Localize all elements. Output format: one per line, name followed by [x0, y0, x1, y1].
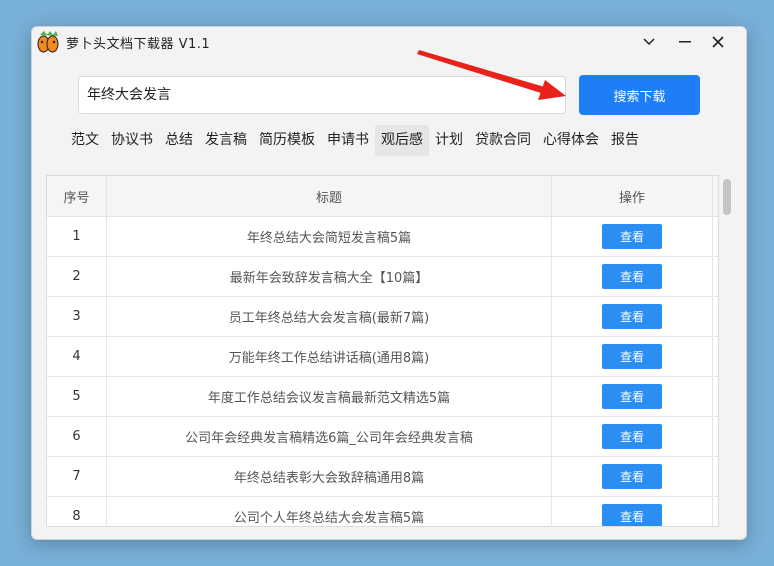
table-row: 3 员工年终总结大会发言稿(最新7篇) 查看: [47, 297, 718, 337]
minimize-button[interactable]: [632, 27, 666, 57]
tab-shenqingshu[interactable]: 申请书: [321, 125, 375, 156]
maximize-button[interactable]: [668, 27, 702, 57]
tab-xieyishu[interactable]: 协议书: [105, 125, 159, 156]
tab-jianli[interactable]: 简历模板: [253, 125, 321, 156]
view-button[interactable]: 查看: [602, 504, 662, 526]
tab-zongjie[interactable]: 总结: [159, 125, 199, 156]
view-button[interactable]: 查看: [602, 424, 662, 449]
header-action: 操作: [552, 176, 713, 216]
tab-baogao[interactable]: 报告: [605, 125, 645, 156]
view-button[interactable]: 查看: [602, 224, 662, 249]
row-title: 年终总结表彰大会致辞稿通用8篇: [107, 457, 552, 496]
header-title: 标题: [107, 176, 552, 216]
window-title: 萝卜头文档下载器 V1.1: [66, 37, 211, 52]
app-window: 萝卜头文档下载器 V1.1 年终大会发言 搜索下载 范文 协议书 总结 发言稿 …: [31, 26, 747, 540]
row-title: 年终总结大会简短发言稿5篇: [107, 217, 552, 256]
row-index: 8: [47, 497, 107, 526]
close-icon: [712, 36, 724, 48]
close-button[interactable]: [701, 27, 735, 57]
view-button[interactable]: 查看: [602, 384, 662, 409]
category-tabs: 范文 协议书 总结 发言稿 简历模板 申请书 观后感 计划 贷款合同 心得体会 …: [65, 125, 645, 160]
search-input[interactable]: 年终大会发言: [78, 76, 566, 114]
row-title: 公司个人年终总结大会发言稿5篇: [107, 497, 552, 526]
row-index: 7: [47, 457, 107, 496]
carrot-logo-icon: [37, 31, 59, 53]
table-header: 序号 标题 操作: [47, 176, 718, 217]
view-button[interactable]: 查看: [602, 264, 662, 289]
header-index: 序号: [47, 176, 107, 216]
table-row: 4 万能年终工作总结讲话稿(通用8篇) 查看: [47, 337, 718, 377]
table-row: 7 年终总结表彰大会致辞稿通用8篇 查看: [47, 457, 718, 497]
results-table: 序号 标题 操作 1 年终总结大会简短发言稿5篇 查看 2 最新年会致辞发言稿大…: [46, 175, 719, 527]
table-row: 1 年终总结大会简短发言稿5篇 查看: [47, 217, 718, 257]
tab-jihua[interactable]: 计划: [429, 125, 469, 156]
row-index: 1: [47, 217, 107, 256]
row-title: 员工年终总结大会发言稿(最新7篇): [107, 297, 552, 336]
row-title: 年度工作总结会议发言稿最新范文精选5篇: [107, 377, 552, 416]
minus-icon: [679, 41, 691, 43]
table-row: 5 年度工作总结会议发言稿最新范文精选5篇 查看: [47, 377, 718, 417]
table-scrollbar[interactable]: [723, 179, 731, 215]
table-row: 2 最新年会致辞发言稿大全【10篇】 查看: [47, 257, 718, 297]
tab-guanhougan[interactable]: 观后感: [375, 125, 429, 156]
tab-daikuan[interactable]: 贷款合同: [469, 125, 537, 156]
tab-fayangao[interactable]: 发言稿: [199, 125, 253, 156]
table-row: 6 公司年会经典发言稿精选6篇_公司年会经典发言稿 查看: [47, 417, 718, 457]
title-bar[interactable]: 萝卜头文档下载器 V1.1: [32, 27, 746, 57]
row-title: 公司年会经典发言稿精选6篇_公司年会经典发言稿: [107, 417, 552, 456]
row-title: 最新年会致辞发言稿大全【10篇】: [107, 257, 552, 296]
row-index: 5: [47, 377, 107, 416]
row-index: 2: [47, 257, 107, 296]
table-row: 8 公司个人年终总结大会发言稿5篇 查看: [47, 497, 718, 526]
view-button[interactable]: 查看: [602, 344, 662, 369]
row-title: 万能年终工作总结讲话稿(通用8篇): [107, 337, 552, 376]
tab-xinde[interactable]: 心得体会: [537, 125, 605, 156]
chevron-down-icon: [643, 38, 655, 46]
row-index: 6: [47, 417, 107, 456]
row-index: 3: [47, 297, 107, 336]
view-button[interactable]: 查看: [602, 464, 662, 489]
view-button[interactable]: 查看: [602, 304, 662, 329]
row-index: 4: [47, 337, 107, 376]
search-download-button[interactable]: 搜索下载: [579, 75, 700, 115]
tab-fanwen[interactable]: 范文: [65, 125, 105, 156]
